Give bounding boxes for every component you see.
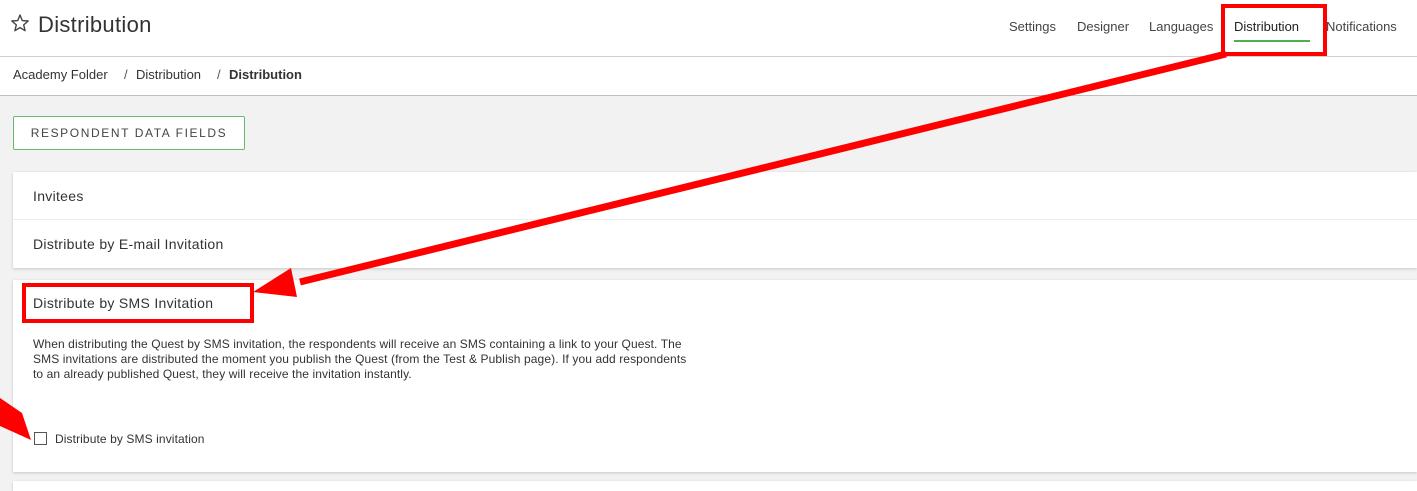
nav-settings[interactable]: Settings	[1009, 19, 1056, 34]
annotation-highlight-sms-header	[22, 283, 254, 323]
distribution-methods-card: Invitees Distribute by E-mail Invitation	[13, 172, 1417, 268]
nav-languages[interactable]: Languages	[1149, 19, 1213, 34]
breadcrumb-item-distribution[interactable]: Distribution	[136, 67, 201, 82]
email-invitation-header[interactable]: Distribute by E-mail Invitation	[33, 236, 224, 252]
breadcrumb-current: Distribution	[229, 67, 302, 82]
sms-description: When distributing the Quest by SMS invit…	[33, 337, 687, 381]
next-card-edge	[13, 481, 1417, 491]
nav-notifications[interactable]: Notifications	[1326, 19, 1397, 34]
page-title: Distribution	[38, 12, 152, 37]
top-bar: Distribution Settings Designer Languages…	[0, 0, 1417, 57]
annotation-highlight-distribution-tab	[1221, 4, 1327, 56]
invitees-header[interactable]: Invitees	[33, 188, 84, 204]
breadcrumb-separator: /	[217, 67, 221, 82]
respondent-data-fields-button[interactable]: RESPONDENT DATA FIELDS	[13, 116, 245, 150]
breadcrumb-item-academy-folder[interactable]: Academy Folder	[13, 67, 108, 82]
star-icon[interactable]	[10, 13, 30, 33]
breadcrumb-separator: /	[124, 67, 128, 82]
breadcrumb: Academy Folder / Distribution / Distribu…	[0, 57, 1417, 96]
sms-distribute-checkbox[interactable]	[34, 432, 47, 445]
divider	[13, 219, 1417, 220]
sms-distribute-checkbox-label[interactable]: Distribute by SMS invitation	[55, 432, 205, 446]
nav-designer[interactable]: Designer	[1077, 19, 1129, 34]
